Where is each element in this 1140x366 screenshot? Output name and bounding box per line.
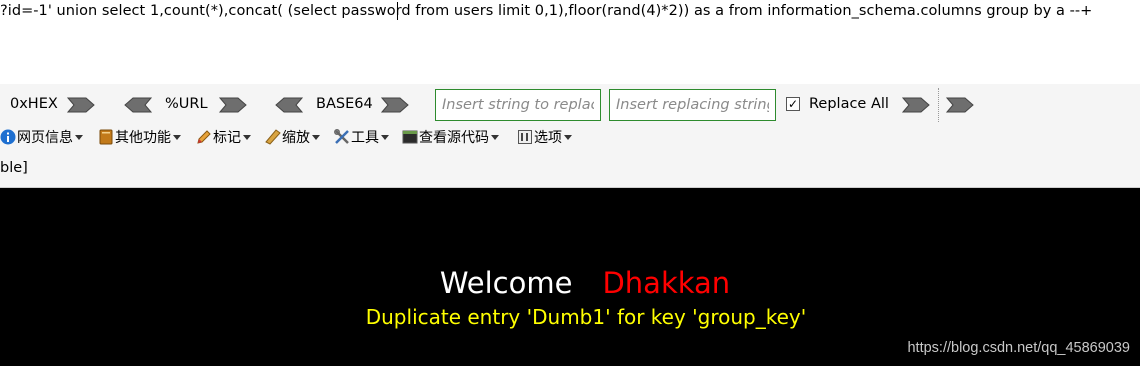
menu-mark[interactable]: 标记 bbox=[196, 127, 251, 147]
url-text[interactable]: ?id=-1' union select 1,count(*),concat( … bbox=[0, 3, 1092, 19]
status-text: ble] bbox=[0, 160, 28, 176]
url-text-area[interactable]: ?id=-1' union select 1,count(*),concat( … bbox=[0, 0, 1140, 85]
pencil-icon bbox=[197, 130, 211, 144]
chevron-down-icon bbox=[75, 134, 83, 140]
menu-zoom[interactable]: 缩放 bbox=[265, 127, 320, 147]
welcome-line: Welcome Dhakkan bbox=[0, 266, 1140, 300]
menu-page-info[interactable]: 网页信息 bbox=[0, 127, 83, 147]
encoding-toolbar: 0xHEX %URL BASE64 ✓ Replace All bbox=[0, 84, 1140, 124]
menu-mark-label: 标记 bbox=[213, 130, 241, 146]
tools-icon bbox=[334, 129, 349, 144]
menu-options-label: 选项 bbox=[534, 130, 562, 146]
base64-encode-arrow-icon[interactable] bbox=[380, 97, 410, 113]
menu-view-source-label: 查看源代码 bbox=[419, 130, 489, 146]
toolbar-separator bbox=[938, 88, 939, 122]
status-strip: ble] bbox=[0, 150, 1140, 188]
find-string-input[interactable] bbox=[435, 89, 601, 121]
chevron-down-icon bbox=[173, 134, 181, 140]
url-decode-arrow-icon[interactable] bbox=[123, 97, 153, 113]
sql-error-message: Duplicate entry 'Dumb1' for key 'group_k… bbox=[365, 305, 807, 329]
replace-string-input[interactable] bbox=[609, 89, 776, 121]
url-encode-label: %URL bbox=[165, 96, 208, 112]
welcome-text: Welcome bbox=[439, 266, 573, 300]
menu-page-info-label: 网页信息 bbox=[17, 130, 73, 146]
replace-all-checkbox[interactable]: ✓ bbox=[786, 97, 800, 111]
watermark-text: https://blog.csdn.net/qq_45869039 bbox=[907, 340, 1130, 356]
page-content: Welcome Dhakkan Duplicate entry 'Dumb1' f… bbox=[0, 188, 1140, 366]
menu-other-features[interactable]: 其他功能 bbox=[98, 127, 181, 147]
info-icon bbox=[0, 129, 16, 145]
book-icon bbox=[99, 129, 113, 145]
menu-tools-label: 工具 bbox=[351, 130, 379, 146]
text-caret bbox=[397, 2, 398, 20]
overflow-arrow-icon[interactable] bbox=[945, 97, 975, 113]
base64-decode-arrow-icon[interactable] bbox=[274, 97, 304, 113]
menu-other-features-label: 其他功能 bbox=[115, 130, 171, 146]
replace-all-label: Replace All bbox=[809, 96, 889, 112]
url-encode-arrow-icon[interactable] bbox=[218, 97, 248, 113]
menu-options[interactable]: 选项 bbox=[517, 127, 572, 147]
options-icon bbox=[518, 130, 532, 144]
hex-encode-label: 0xHEX bbox=[10, 96, 58, 112]
terminal-icon bbox=[402, 130, 418, 144]
chevron-down-icon bbox=[312, 134, 320, 140]
hex-encode-arrow-icon[interactable] bbox=[66, 97, 96, 113]
chevron-down-icon bbox=[381, 134, 389, 140]
chevron-down-icon bbox=[491, 134, 499, 140]
menu-view-source[interactable]: 查看源代码 bbox=[402, 127, 499, 147]
replace-arrow-icon[interactable] bbox=[901, 97, 931, 113]
ruler-icon bbox=[265, 129, 281, 145]
base64-encode-label: BASE64 bbox=[316, 96, 373, 112]
menu-zoom-label: 缩放 bbox=[282, 130, 310, 146]
menu-toolbar: 网页信息 其他功能 标记 缩放 工具 查看源代码 选项 bbox=[0, 124, 1140, 150]
menu-tools[interactable]: 工具 bbox=[334, 127, 389, 147]
chevron-down-icon bbox=[243, 134, 251, 140]
user-name-text: Dhakkan bbox=[602, 266, 731, 300]
chevron-down-icon bbox=[564, 134, 572, 140]
